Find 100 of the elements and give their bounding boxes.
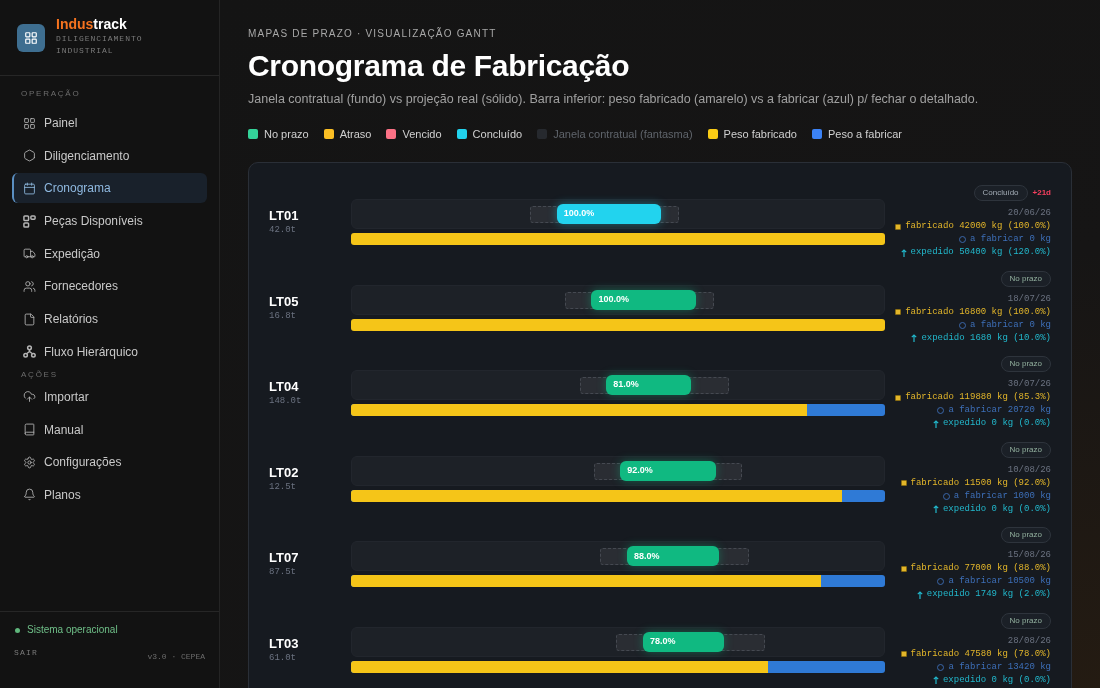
progress-bar: 100.0% [591,289,696,310]
book-icon [23,423,36,436]
nav-item[interactable]: Expedição [12,238,207,269]
nav-section-title: AÇÕES [20,368,59,381]
lot-code: LT04 [269,379,300,396]
nav-item[interactable]: Planos [12,479,207,510]
lot-code: LT07 [269,550,300,567]
status-badge: Concluído [973,185,1028,201]
nav-item[interactable]: Cronograma [12,173,207,204]
nav-section-title: OPERAÇÃO [20,88,82,100]
progress-bar: 88.0% [627,546,719,567]
legend-label: No prazo [264,127,309,141]
legend-label: Janela contratual (fantasma) [553,127,693,141]
shipped-text: expedido 50400 kg (120.0%) [910,246,1051,259]
version-text: v3.0 · CEPEA [147,652,205,662]
arrow-up-icon [900,248,907,257]
lot-weight: 87.5t [269,566,297,579]
shipped-text: expedido 0 kg (0.0%) [942,502,1051,516]
status-text: Sistema operacional [27,624,118,636]
settings-icon [23,455,36,469]
status-badge: No prazo [1000,441,1051,458]
brand-name: Industrack [56,15,128,33]
users-icon [23,279,36,293]
progress-bar: 81.0% [606,375,691,396]
to-fabricate-text: a fabricar 20720 kg [948,404,1051,418]
legend-label: Vencido [402,127,442,141]
lot-weight: 12.5t [269,480,297,493]
nodes-icon [23,345,36,359]
legend-label: Peso a fabricar [827,127,902,141]
square-icon [900,565,907,572]
date-text: 30/07/26 [1007,378,1051,392]
nav-item[interactable]: Fluxo Hierárquico [12,336,207,367]
status-badge: No prazo [1000,270,1051,287]
arrow-up-icon [911,334,918,343]
legend-label: Atraso [339,127,372,141]
nav-item[interactable]: Peças Disponíveis [12,206,207,237]
nav-item[interactable]: Relatórios [12,304,207,335]
logo-icon [17,24,45,52]
date-text: 10/08/26 [1007,463,1051,477]
page-title: Cronograma de Fabricação [248,48,631,84]
to-fabricate-text: a fabricar 1000 kg [953,489,1051,503]
progress-bar: 100.0% [556,204,662,224]
legend-label: Concluído [472,127,523,141]
lot-weight: 16.8t [269,309,297,322]
lot-code: LT05 [269,293,300,310]
squares-icon [23,214,36,228]
fabricated-text: fabricado 42000 kg (100.0%) [905,220,1051,233]
to-fabricate-text: a fabricar 10500 kg [948,575,1051,589]
legend-label: Peso fabricado [723,127,797,141]
date-text: 28/08/26 [1007,634,1051,648]
nav-item[interactable]: Configurações [12,447,207,478]
page-subtitle: Janela contratual (fundo) vs projeção real (sólido). Barra inferior: peso fabricado (amarelo) vs a fabricar (azul) p/ fechar o detalhado. [248,91,980,108]
fabricated-text: fabricado 11500 kg (92.0%) [910,476,1051,490]
nav-item[interactable]: Diligenciamento [12,140,207,171]
arrow-up-icon [932,676,939,685]
date-text: 15/08/26 [1007,549,1051,563]
lot-weight: 61.0t [269,651,297,664]
bell-icon [23,488,36,502]
square-icon [895,394,902,401]
date-text: 18/07/26 [1007,292,1051,306]
status-badge: No prazo [1000,612,1051,629]
square-icon [895,223,902,230]
fabricated-text: fabricado 77000 kg (88.0%) [910,562,1051,576]
to-fabricate-text: a fabricar 0 kg [970,318,1051,332]
lot-code: LT02 [269,464,300,481]
page-eyebrow: MAPAS DE PRAZO · VISUALIZAÇÃO GANTT [248,28,498,40]
fabricated-text: fabricado 47580 kg (78.0%) [910,647,1051,661]
lot-code: LT01 [269,208,300,224]
fabricated-text: fabricado 119880 kg (85.3%) [905,391,1051,405]
progress-bar: 78.0% [643,631,725,652]
nav-item[interactable]: Fornecedores [12,271,207,302]
nav-item[interactable]: Importar [12,381,207,412]
progress-bar: 92.0% [620,460,717,481]
status-badge: No prazo [1000,527,1051,544]
shipped-text: expedido 1749 kg (2.0%) [926,588,1051,602]
to-fabricate-text: a fabricar 13420 kg [948,660,1051,674]
square-icon [900,651,907,658]
shipped-text: expedido 0 kg (0.0%) [942,417,1051,431]
square-icon [900,480,907,487]
lot-weight: 42.0t [269,224,297,236]
nav-item[interactable]: Manual [12,414,207,445]
truck-icon [23,247,36,261]
hexagon-icon [23,149,36,163]
file-icon [23,312,36,326]
lot-weight: 148.0t [269,395,303,408]
to-fabricate-text: a fabricar 0 kg [970,233,1051,246]
delay-text: +21d [1032,187,1051,199]
lot-code: LT03 [269,635,300,652]
cloud-upload-icon [23,390,36,404]
calendar-icon [23,181,36,195]
square-icon [895,309,902,316]
brand-subtitle: DILIGENCIAMENTO INDUSTRIAL [56,33,144,57]
nav-item[interactable]: Painel [12,108,207,138]
grid-icon [23,116,36,130]
arrow-up-icon [916,590,923,599]
status-badge: No prazo [1000,356,1051,373]
arrow-up-icon [932,419,939,428]
shipped-text: expedido 1680 kg (10.0%) [921,331,1051,345]
date-text: 20/06/26 [1007,207,1051,220]
logout-button[interactable]: SAIR [14,648,38,658]
